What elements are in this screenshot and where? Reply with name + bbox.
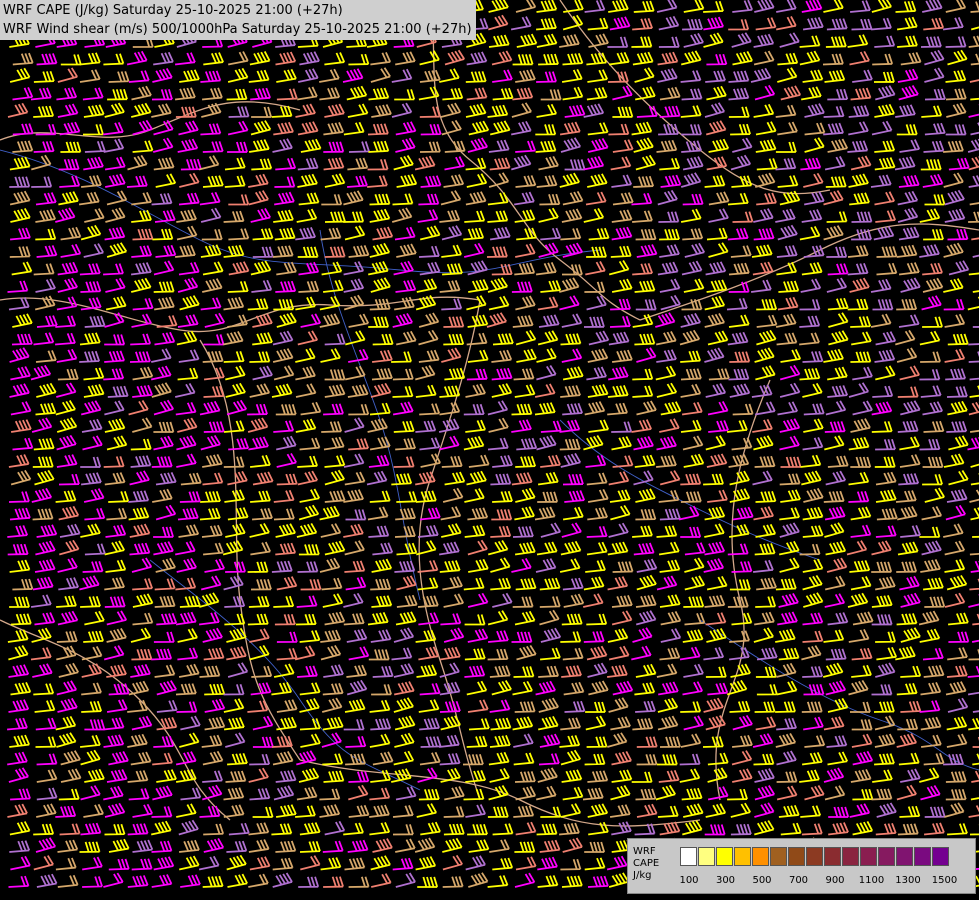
legend-swatch	[932, 847, 949, 866]
legend-ticks: 100 300 500 700 900 1100 1300 1500	[679, 875, 970, 889]
legend-swatch	[842, 847, 859, 866]
legend-swatch	[752, 847, 769, 866]
legend-label-model: WRF	[633, 846, 656, 857]
legend-tick-label: 1100	[858, 875, 885, 886]
legend-swatch	[788, 847, 805, 866]
legend-swatch	[734, 847, 751, 866]
legend-swatch	[806, 847, 823, 866]
legend-label-unit: J/kg	[633, 870, 652, 881]
legend-label-field: CAPE	[633, 858, 660, 869]
legend-tick-label: 700	[788, 875, 809, 886]
legend-tick-label: 900	[825, 875, 845, 886]
legend-swatch	[878, 847, 895, 866]
legend-swatch	[770, 847, 787, 866]
weather-map	[0, 0, 979, 900]
legend-swatch	[680, 847, 697, 866]
map-title: WRF CAPE (J/kg) Saturday 25-10-2025 21:0…	[0, 0, 476, 40]
legend-tick-label: 100	[679, 875, 699, 886]
cape-legend: WRF CAPE J/kg 100 300 500 700 900 1100 1300 150…	[627, 838, 976, 894]
legend-swatch	[896, 847, 913, 866]
legend-swatch	[860, 847, 877, 866]
legend-tick-label: 300	[715, 875, 736, 886]
legend-labels: WRF CAPE J/kg	[633, 846, 659, 882]
legend-swatch	[824, 847, 841, 866]
legend-tick-label: 1500	[931, 875, 958, 886]
legend-swatch	[914, 847, 931, 866]
wind-shear-title: WRF Wind shear (m/s) 500/1000hPa Saturda…	[3, 22, 472, 37]
legend-tick-label: 500	[752, 875, 772, 886]
legend-swatch	[716, 847, 733, 866]
legend-tick-label: 1300	[895, 875, 921, 886]
cape-title: WRF CAPE (J/kg) Saturday 25-10-2025 21:0…	[3, 3, 343, 18]
legend-swatches	[680, 847, 950, 866]
legend-swatch	[698, 847, 715, 866]
